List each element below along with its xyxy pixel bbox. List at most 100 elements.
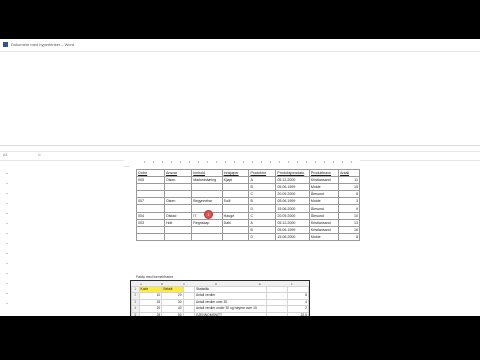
table-cell[interactable]: 005 xyxy=(136,176,165,185)
table-cell[interactable]: Olsen xyxy=(163,197,193,206)
table-cell[interactable] xyxy=(136,204,165,213)
table-cell[interactable]: Molde xyxy=(308,183,340,192)
name-box[interactable]: A3 xyxy=(3,153,21,158)
table-cell[interactable] xyxy=(136,183,165,192)
table-cell[interactable]: D xyxy=(248,232,277,241)
table-cell[interactable]: 004 xyxy=(136,211,165,220)
sheet-cell[interactable]: GJENNOMSNITT xyxy=(193,311,267,316)
table-cell[interactable]: Molde xyxy=(308,197,340,206)
table-cell[interactable]: 003 xyxy=(136,218,165,227)
table-header-cell[interactable]: Ordre xyxy=(136,168,165,178)
ruler-tick xyxy=(6,253,8,254)
table-cell[interactable]: Ålesund xyxy=(308,190,340,199)
table-cell[interactable] xyxy=(163,225,193,234)
table-cell[interactable] xyxy=(136,232,165,241)
table-cell[interactable]: B xyxy=(248,183,277,192)
ruler-tick xyxy=(243,161,244,163)
table-cell[interactable]: 3 xyxy=(338,197,360,206)
table-cell[interactable] xyxy=(136,225,165,234)
table-cell[interactable] xyxy=(221,232,250,241)
sheet-cell[interactable] xyxy=(265,311,289,316)
table-header-cell[interactable]: Produksjonsdato xyxy=(275,168,310,178)
table-cell[interactable]: 15.06.2000 xyxy=(275,232,310,241)
table-cell[interactable]: Kjøpt xyxy=(221,176,250,185)
ruler-tick xyxy=(6,303,8,304)
table-cell[interactable]: Olsen xyxy=(163,176,193,185)
table-cell[interactable] xyxy=(191,190,223,199)
table-cell[interactable]: Solli xyxy=(221,197,250,206)
table-header-cell[interactable]: Produktnavn xyxy=(308,168,340,178)
sheet-cell[interactable]: 22,5 xyxy=(287,311,309,316)
table-cell[interactable]: 8 xyxy=(338,232,360,241)
table-cell[interactable]: Markedsføring xyxy=(191,176,223,185)
table-cell[interactable]: 20.09.2000 xyxy=(275,190,310,199)
table-cell[interactable]: A xyxy=(248,176,277,185)
table-cell[interactable] xyxy=(163,190,193,199)
table-cell[interactable]: 05.06.1999 xyxy=(275,225,310,234)
table-cell[interactable]: Dahl xyxy=(221,218,250,227)
sheet-cell[interactable]: Antall verdier under 30 og høyere over 1… xyxy=(193,305,267,313)
table-cell[interactable]: 15 xyxy=(338,183,360,192)
table-cell[interactable]: 16 xyxy=(338,225,360,234)
table-cell[interactable]: Olstad xyxy=(163,211,193,220)
table-cell[interactable]: 05.12.2000 xyxy=(275,218,310,227)
table-cell[interactable]: Molde xyxy=(308,232,340,241)
table-cell[interactable]: 007 xyxy=(136,197,165,206)
table-header-cell[interactable]: Innhold xyxy=(191,168,223,178)
document-table[interactable]: Ordre Ansvar Innhold Innkjøper Produktnr Prod… xyxy=(136,168,360,241)
table-cell[interactable]: C xyxy=(248,211,277,220)
table-header-cell[interactable]: Produktnr xyxy=(248,168,277,178)
table-cell[interactable] xyxy=(191,225,223,234)
table-cell[interactable] xyxy=(163,183,193,192)
table-cell[interactable]: Regnskap xyxy=(191,218,223,227)
table-header-cell[interactable]: Innkjøper xyxy=(221,168,250,178)
table-cell[interactable]: Ålesund xyxy=(308,204,340,213)
table-cell[interactable] xyxy=(221,183,250,192)
table-cell[interactable]: Hauge xyxy=(221,211,250,220)
table-cell[interactable]: Kristiansand xyxy=(308,218,340,227)
table-cell[interactable]: 8 xyxy=(338,190,360,199)
table-cell[interactable]: A xyxy=(248,218,277,227)
ruler-tick xyxy=(315,161,316,163)
table-cell[interactable]: 9 xyxy=(338,204,360,213)
table-header-cell[interactable]: Antall xyxy=(338,168,360,178)
document-page[interactable]: Ordre Ansvar Innhold Innkjøper Produktnr Prod… xyxy=(130,166,360,316)
table-cell[interactable]: D xyxy=(248,204,277,213)
table-cell[interactable]: 05.06.1999 xyxy=(275,183,310,192)
table-row: 007 Olsen Begynnelse Solli B 05.06.1999 Molde 3 xyxy=(136,197,360,206)
table-cell[interactable]: 11 xyxy=(338,176,360,185)
table-cell[interactable] xyxy=(163,232,193,241)
table-cell[interactable] xyxy=(191,183,223,192)
table-cell[interactable] xyxy=(221,204,250,213)
table-header-cell[interactable]: Ansvar xyxy=(163,168,193,178)
table-cell[interactable]: C xyxy=(248,190,277,199)
table-cell[interactable] xyxy=(221,190,250,199)
ruler-tick xyxy=(216,161,217,163)
embedded-spreadsheet[interactable]: A B C D E F 1 Kode Sekstt Statistikk 2 10 20 Antall … xyxy=(130,280,310,316)
ruler-tick xyxy=(297,161,298,163)
table-cell[interactable]: 10 xyxy=(338,211,360,220)
sheet-cell[interactable]: 50 xyxy=(161,311,184,316)
table-cell[interactable] xyxy=(221,225,250,234)
table-cell[interactable]: Ålesund xyxy=(308,211,340,220)
table-cell[interactable] xyxy=(163,204,193,213)
sheet-cell[interactable]: 25 xyxy=(138,311,163,316)
table-cell[interactable]: 05.06.1999 xyxy=(275,197,310,206)
table-cell[interactable] xyxy=(136,190,165,199)
ruler-tick xyxy=(162,161,163,163)
table-cell[interactable]: 20.09.2000 xyxy=(275,211,310,220)
table-cell[interactable]: B xyxy=(248,225,277,234)
table-cell[interactable]: 15.06.2000 xyxy=(275,204,310,213)
spreadsheet-grid[interactable]: 1 Kode Sekstt Statistikk 2 10 20 Antall verdier… xyxy=(131,285,309,316)
table-cell[interactable]: B xyxy=(248,197,277,206)
sheet-cell[interactable] xyxy=(182,311,195,316)
ruler-tick xyxy=(351,161,352,163)
table-cell[interactable]: Begynnelse xyxy=(191,197,223,206)
table-cell[interactable]: Kristiansand xyxy=(308,225,340,234)
table-cell[interactable] xyxy=(191,232,223,241)
column-letter: A xyxy=(140,281,143,286)
table-cell[interactable]: Kristiansand xyxy=(308,176,340,185)
table-cell[interactable]: 13 xyxy=(338,218,360,227)
table-cell[interactable]: Holt xyxy=(163,218,193,227)
table-cell[interactable]: 05.12.2000 xyxy=(275,176,310,185)
